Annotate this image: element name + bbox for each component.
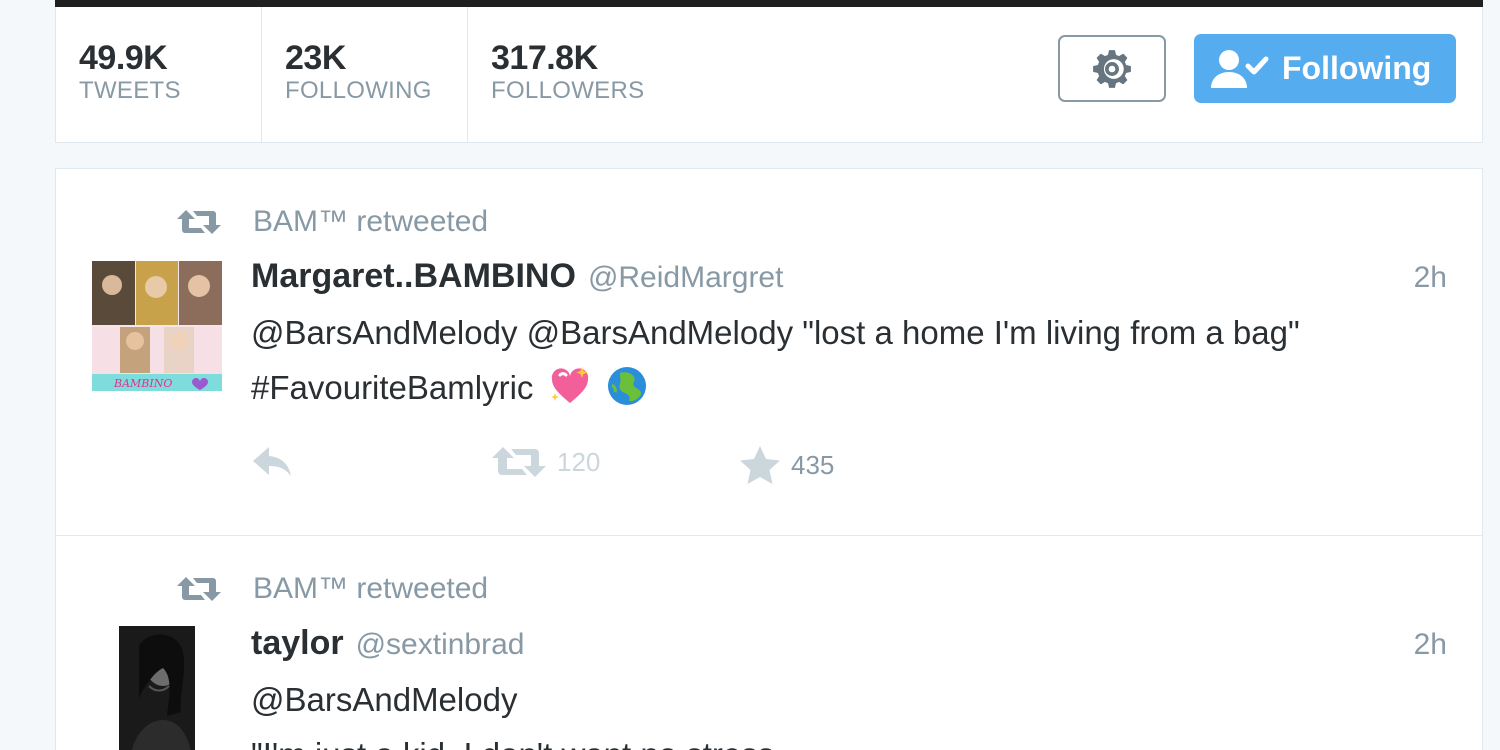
retweeted-by-text: BAM™ retweeted [253,205,489,238]
profile-page: 49.9K TWEETS 23K FOLLOWING 317.8K FOLLOW… [0,0,1500,750]
star-icon [740,446,780,484]
reply-button[interactable] [251,445,295,479]
settings-button[interactable] [1058,35,1166,102]
retweet-button[interactable]: 120 [491,445,600,479]
avatar-image: BAMBINO [92,261,222,391]
tweet-text-line: "I'm just a kid, I don't want no stress [251,727,1441,750]
globe-asia-icon [607,367,646,406]
retweet-icon [492,447,546,477]
timeline: BAM™ retweeted BAMBINO Margaret..BAMBINO… [55,168,1483,750]
tweet-fullname[interactable]: Margaret..BAMBINO [251,257,576,296]
avatar[interactable]: BAMBINO [92,261,222,391]
user-check-icon [1211,49,1269,88]
avatar-caption: BAMBINO [113,377,172,390]
tweet-text: @BarsAndMelody "I'm just a kid, I don't … [251,672,1441,750]
reply-icon [253,447,291,476]
stat-tweets-label: TWEETS [79,77,181,104]
favorite-count: 435 [791,449,835,480]
tweet-username[interactable]: @sextinbrad [356,628,525,662]
profile-nav: 49.9K TWEETS 23K FOLLOWING 317.8K FOLLOW… [55,7,1483,143]
tweet-username[interactable]: @ReidMargret [588,261,784,295]
retweet-icon [177,577,221,601]
sparkling-heart-icon [550,367,588,404]
tweet-timestamp[interactable]: 2h [1414,628,1447,662]
retweet-context: BAM™ retweeted [176,205,488,239]
mention-link[interactable]: @BarsAndMelody [251,672,1441,727]
tweet[interactable]: BAM™ retweeted BAMBINO Margaret..BAMBINO… [56,169,1482,536]
stat-tweets[interactable]: 49.9K TWEETS [56,7,262,142]
stat-followers-value: 317.8K [491,39,598,77]
avatar[interactable] [119,626,195,750]
following-button-label: Following [1282,50,1432,86]
stat-following-value: 23K [285,39,346,77]
avatar-image [119,626,195,750]
retweet-icon [177,210,221,234]
tweet-header: taylor @sextinbrad [251,624,524,663]
stat-tweets-value: 49.9K [79,39,168,77]
hashtag-link[interactable]: #FavouriteBamlyric [251,369,533,406]
stat-followers-label: FOLLOWERS [491,77,645,104]
tweet[interactable]: BAM™ retweeted taylor @sextinbrad 2h @Ba… [56,536,1482,750]
gear-icon [1093,49,1131,88]
retweet-count: 120 [557,446,601,477]
favorite-button[interactable]: 435 [739,445,834,485]
tweet-actions: 120 435 [251,445,951,485]
retweeted-by-text: BAM™ retweeted [253,572,489,605]
stat-following-label: FOLLOWING [285,77,432,104]
following-button[interactable]: Following [1194,34,1456,103]
tweet-text-line: @BarsAndMelody @BarsAndMelody "lost a ho… [251,314,1300,351]
retweet-context: BAM™ retweeted [176,572,488,606]
stat-followers[interactable]: 317.8K FOLLOWERS [468,7,674,142]
tweet-header: Margaret..BAMBINO @ReidMargret [251,257,783,296]
tweet-timestamp[interactable]: 2h [1414,261,1447,295]
stat-following[interactable]: 23K FOLLOWING [262,7,468,142]
tweet-text: @BarsAndMelody @BarsAndMelody "lost a ho… [251,305,1441,415]
tweet-text-line: #FavouriteBamlyric [251,360,1441,415]
tweet-fullname[interactable]: taylor [251,624,344,663]
